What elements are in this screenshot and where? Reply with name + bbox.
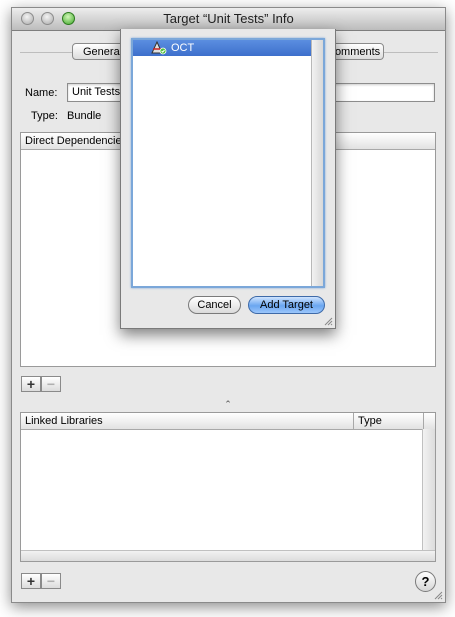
target-item-label: OCT: [171, 42, 195, 54]
target-list-item[interactable]: OCT: [133, 40, 313, 56]
resize-grip-icon[interactable]: [323, 316, 333, 326]
resize-grip-icon[interactable]: [433, 590, 443, 600]
cancel-button[interactable]: Cancel: [188, 296, 241, 314]
remove-dependency-button[interactable]: −: [41, 376, 61, 392]
type-column-header[interactable]: Type: [354, 413, 424, 429]
window-title: Target “Unit Tests” Info: [163, 11, 294, 26]
target-app-icon: [151, 41, 167, 55]
target-list[interactable]: OCT: [131, 38, 325, 288]
libraries-scrollbar[interactable]: [422, 429, 435, 551]
title-bar: Target “Unit Tests” Info: [12, 8, 445, 31]
linked-libraries-table[interactable]: Linked Libraries Type: [20, 412, 436, 562]
table-header: Linked Libraries Type: [21, 413, 435, 430]
add-target-sheet: OCT Cancel Add Target: [120, 29, 336, 329]
remove-library-button[interactable]: −: [41, 573, 61, 589]
add-library-button[interactable]: +: [21, 573, 41, 589]
column-separator: [423, 413, 424, 429]
add-target-button[interactable]: Add Target: [248, 296, 325, 314]
help-icon: ?: [421, 574, 430, 589]
help-button[interactable]: ?: [415, 571, 436, 592]
target-list-scrollbar[interactable]: [311, 40, 323, 286]
type-label: Type:: [31, 110, 58, 122]
split-view-handle[interactable]: ⌃: [224, 400, 232, 409]
type-value: Bundle: [67, 110, 102, 122]
name-label: Name:: [25, 87, 58, 99]
libraries-hscrollbar[interactable]: [21, 550, 435, 561]
add-dependency-button[interactable]: +: [21, 376, 41, 392]
linked-libraries-column-header[interactable]: Linked Libraries: [21, 413, 353, 429]
